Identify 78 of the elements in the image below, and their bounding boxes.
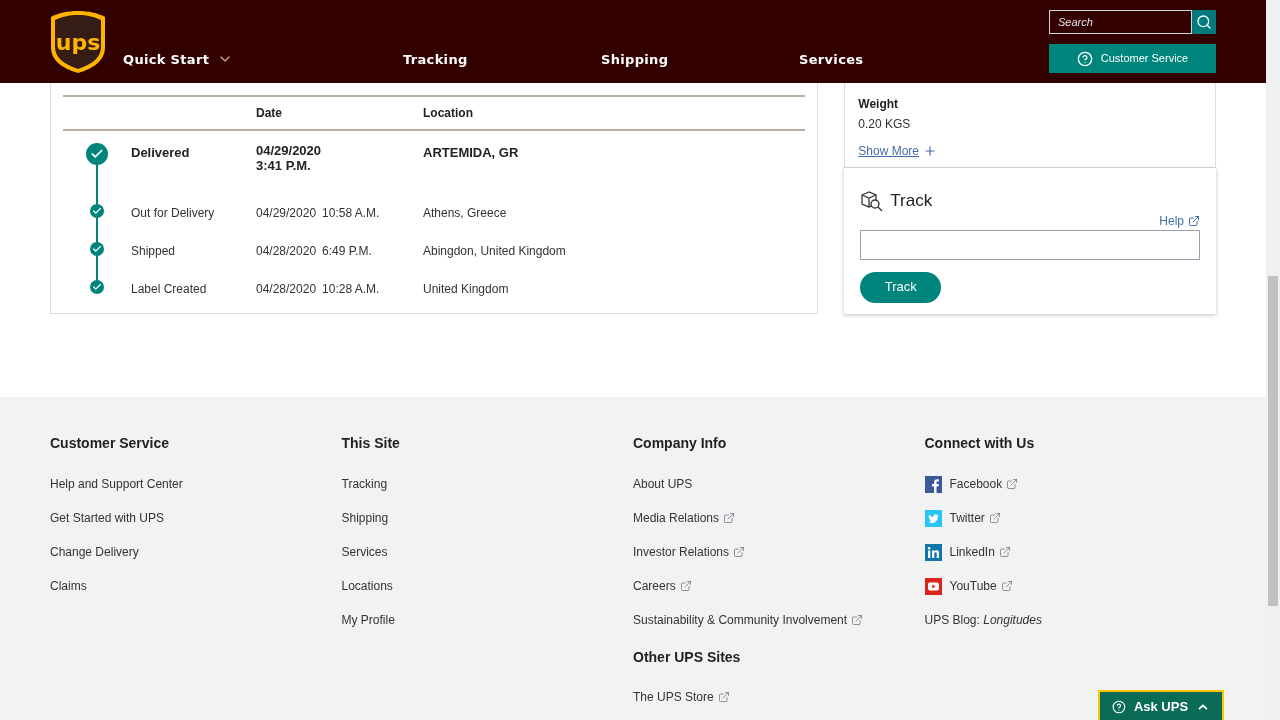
status-text: Shipped xyxy=(131,243,177,260)
play-icon[interactable] xyxy=(924,577,942,595)
customer-service-button[interactable]: Customer Service xyxy=(1049,44,1216,73)
footer-link[interactable]: Services xyxy=(341,543,388,561)
footer-link[interactable]: Shipping xyxy=(341,509,389,527)
external-link-icon xyxy=(1188,214,1200,227)
location-text: United Kingdom xyxy=(423,281,509,298)
status-text: Label Created xyxy=(131,281,208,298)
time-text: 3:41 P.M. xyxy=(256,158,312,173)
nav-item[interactable]: Services xyxy=(799,49,997,69)
linkedin-icon[interactable] xyxy=(924,543,942,561)
nav-item[interactable]: Tracking xyxy=(403,49,601,69)
facebook-icon[interactable] xyxy=(924,475,942,493)
external-link-icon xyxy=(723,512,736,524)
nav-item[interactable]: Shipping xyxy=(601,49,799,69)
time-text: 10:28 A.M. xyxy=(322,281,380,298)
footer-link[interactable]: LinkedIn xyxy=(949,543,995,561)
footer-link[interactable]: YouTube xyxy=(949,577,997,595)
footer-link[interactable]: Locations xyxy=(341,577,393,595)
footer-link[interactable]: The UPS Store xyxy=(633,688,714,706)
location-text: Athens, Greece xyxy=(423,205,507,222)
blog-text: UPS Blog: Longitudes xyxy=(924,612,1042,629)
footer-link[interactable]: Media Relations xyxy=(633,509,720,527)
search-button[interactable] xyxy=(1192,10,1216,34)
status-text: Delivered xyxy=(131,144,191,162)
time-text: 6:49 P.M. xyxy=(322,243,372,260)
footer-heading: Customer Service xyxy=(50,434,171,453)
nav-item[interactable]: Quick Start xyxy=(123,49,403,69)
scrollbar[interactable] xyxy=(1266,0,1280,720)
footer-link[interactable]: Change Delivery xyxy=(50,543,139,561)
footer-link[interactable]: Facebook xyxy=(949,475,1003,493)
weight-label: Weight xyxy=(858,96,900,113)
status-text: Out for Delivery xyxy=(131,205,216,222)
date-text: 04/29/2020 xyxy=(256,143,323,158)
location-text: Abingdon, United Kingdom xyxy=(423,243,566,260)
footer-link[interactable]: About UPS xyxy=(633,475,693,493)
show-more-link[interactable]: Show More xyxy=(858,142,1202,160)
footer-heading: Other UPS Sites xyxy=(633,648,742,667)
footer-link[interactable]: Tracking xyxy=(341,475,388,493)
scrollbar-thumb[interactable] xyxy=(1268,276,1278,606)
footer-link[interactable]: Help and Support Center xyxy=(50,475,183,493)
date-text: 04/29/2020 xyxy=(256,205,317,222)
external-link-icon xyxy=(998,546,1011,558)
time-text: 10:58 A.M. xyxy=(322,205,380,222)
footer-link[interactable]: Careers xyxy=(633,577,676,595)
tracking-number-field[interactable] xyxy=(860,229,1200,260)
column-header: Location xyxy=(423,105,473,122)
external-link-icon xyxy=(851,614,864,626)
weight-value: 0.20 KGS xyxy=(858,116,912,133)
track-title: Track xyxy=(890,190,933,212)
footer-link[interactable]: My Profile xyxy=(341,611,395,629)
footer-link[interactable]: Sustainability & Community Involvement xyxy=(633,611,848,629)
footer-link[interactable]: Get Started with UPS xyxy=(50,509,165,527)
footer-heading: Company Info xyxy=(633,434,728,453)
external-link-icon xyxy=(1000,580,1013,592)
external-link-icon xyxy=(1006,478,1019,490)
ask-ups-button[interactable]: Ask UPS xyxy=(1098,690,1224,720)
search-icon xyxy=(1196,14,1212,30)
footer-heading: Connect with Us xyxy=(924,434,1036,453)
footer-link[interactable]: Investor Relations xyxy=(633,543,730,561)
shield-logo[interactable]: ups xyxy=(50,10,106,74)
search-field[interactable]: Search xyxy=(1049,10,1192,34)
help-icon xyxy=(1076,50,1093,67)
external-link-icon xyxy=(717,691,730,703)
track-button[interactable]: Track xyxy=(860,271,942,303)
date-text: 04/28/2020 xyxy=(256,281,317,298)
footer-link[interactable]: Claims xyxy=(50,577,87,595)
date-text: 04/28/2020 xyxy=(256,243,317,260)
footer-heading: This Site xyxy=(341,434,401,453)
external-link-icon xyxy=(679,580,692,592)
external-link-icon xyxy=(733,546,746,558)
column-header: Date xyxy=(256,105,283,122)
help-link[interactable]: Help xyxy=(1159,211,1200,230)
location-text: ARTEMIDA, GR xyxy=(423,144,519,162)
footer-link[interactable]: Twitter xyxy=(949,509,985,527)
plus-icon xyxy=(923,144,938,158)
external-link-icon xyxy=(988,512,1001,524)
box-magnifier-icon xyxy=(860,189,885,212)
